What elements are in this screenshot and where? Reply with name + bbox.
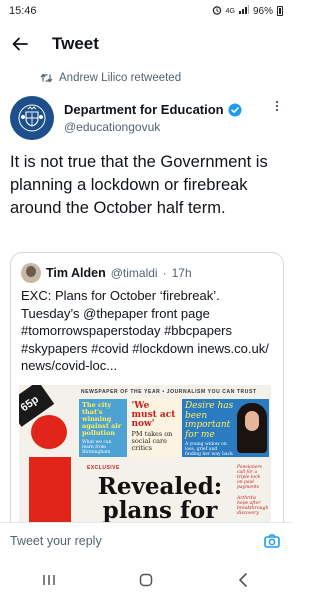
avatar[interactable]	[10, 96, 54, 140]
status-time: 15:46	[9, 5, 37, 17]
status-icons: 4G 96%	[212, 5, 283, 18]
teaser-social-care: 'We must act now' PM takes on social car…	[128, 399, 180, 457]
home-button[interactable]	[126, 565, 166, 595]
retweet-icon	[40, 73, 53, 83]
crest-icon	[18, 104, 46, 132]
alarm-icon	[212, 5, 222, 18]
separator-dot: ·	[162, 266, 167, 280]
teaser-1-sub: What we can learn from Birmingham	[82, 440, 112, 455]
author-handle[interactable]: @educationgovuk	[64, 120, 160, 134]
arrow-left-icon	[12, 37, 28, 51]
reply-bar: Tweet your reply	[0, 523, 292, 559]
quoted-tweet-header: Tim Alden @timaldi · 17h	[21, 263, 192, 283]
quoted-avatar	[21, 263, 41, 283]
quoted-time: 17h	[171, 266, 192, 280]
more-options-button[interactable]	[272, 100, 282, 112]
paper-headline: Revealed: plans for	[97, 473, 223, 524]
battery-icon	[277, 6, 283, 16]
home-icon	[139, 573, 153, 587]
verified-badge-icon	[228, 103, 242, 116]
recent-apps-button[interactable]	[29, 565, 69, 595]
sidebar-story-1: Pensioners call for a triple lock on pai…	[237, 465, 262, 490]
camera-button[interactable]	[262, 531, 282, 551]
teaser-3-title: Desire has been important for me	[184, 401, 234, 440]
camera-icon	[264, 534, 280, 548]
newspaper-front-page-image[interactable]: 65p NEWSPAPER OF THE YEAR • JOURNALISM Y…	[19, 385, 271, 541]
retweet-indicator[interactable]: Andrew Lilico retweeted	[40, 72, 181, 84]
teaser-air-pollution: The city that's winning against air poll…	[79, 399, 127, 457]
teaser-2-title: 'We must act now'	[131, 401, 176, 429]
teaser-2-sub: PM takes on social care critics	[131, 430, 173, 452]
retweet-label: Andrew Lilico retweeted	[59, 72, 182, 84]
more-vertical-icon	[275, 100, 279, 112]
reply-input[interactable]: Tweet your reply	[10, 534, 262, 548]
author-name-text: Department for Education	[64, 102, 224, 117]
back-button[interactable]	[0, 26, 40, 62]
paper-sidebar: Pensioners call for a triple lock on pai…	[237, 465, 269, 522]
sidebar-story-2: Arthritis hope after breakthrough discov…	[237, 496, 269, 516]
quoted-tweet-text: EXC: Plans for October ‘firebreak’. Tues…	[21, 288, 269, 373]
tweet-author: Department for Education @educationgovuk	[10, 96, 284, 142]
battery-percent: 96%	[252, 5, 273, 17]
teaser-3-sub: A young widow on loss, grief and finding…	[184, 442, 233, 457]
quoted-author-handle: @timaldi	[110, 266, 158, 280]
tweet-text: It is not true that the Government is pl…	[10, 153, 268, 217]
top-app-bar: Tweet	[0, 26, 292, 62]
paper-exclusive-label: EXCLUSIVE	[87, 465, 120, 471]
system-navigation-bar	[0, 560, 292, 600]
network-label: 4G	[225, 7, 235, 15]
quoted-author-name: Tim Alden	[46, 266, 106, 280]
recent-apps-icon	[42, 575, 55, 585]
teaser-desire: Desire has been important for me A young…	[181, 399, 269, 457]
signal-icon	[238, 5, 249, 17]
author-name[interactable]: Department for Education	[64, 102, 242, 117]
teaser-1-title: The city that's winning against air poll…	[82, 401, 122, 437]
paper-teasers: The city that's winning against air poll…	[79, 399, 269, 457]
chevron-left-icon	[239, 573, 248, 587]
portrait-photo	[236, 403, 267, 453]
paper-top-banner: NEWSPAPER OF THE YEAR • JOURNALISM YOU C…	[81, 389, 257, 395]
page-title: Tweet	[52, 34, 99, 53]
status-bar: 15:46 4G 96%	[0, 0, 292, 22]
quoted-tweet[interactable]: Tim Alden @timaldi · 17h EXC: Plans for …	[10, 252, 284, 542]
system-back-button[interactable]	[223, 565, 263, 595]
